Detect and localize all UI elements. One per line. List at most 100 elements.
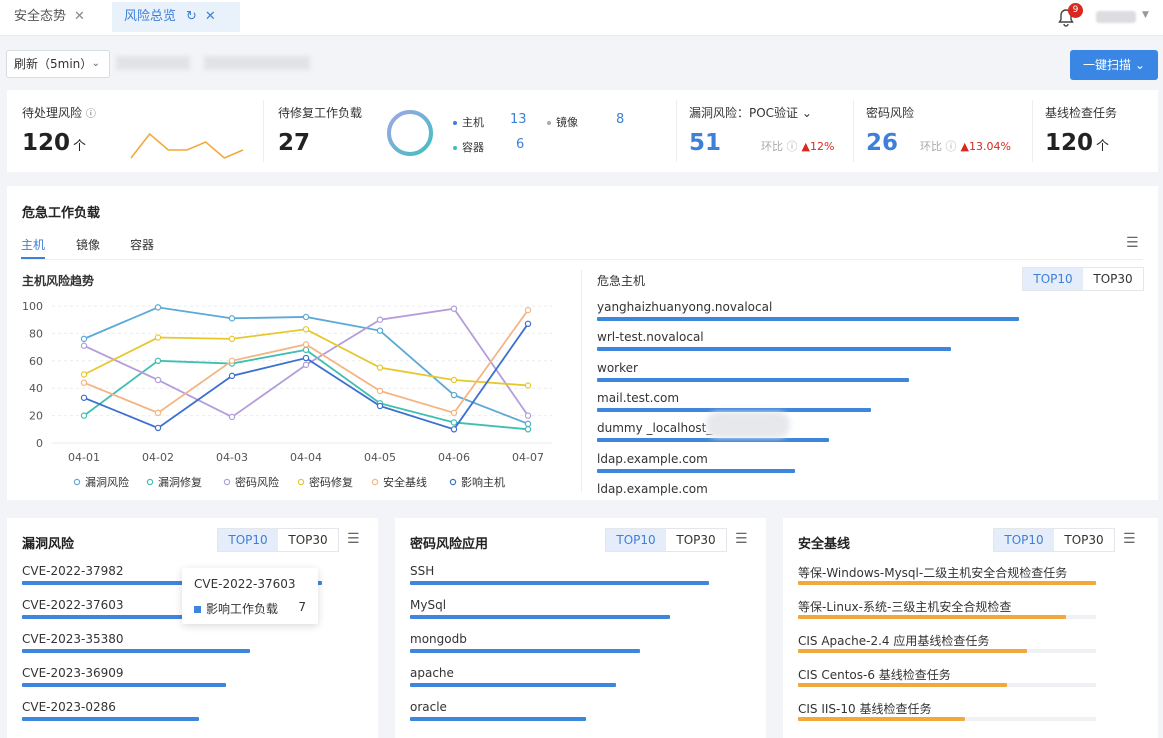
list-item-label[interactable]: mongodb xyxy=(410,632,467,646)
help-icon[interactable]: ⓘ xyxy=(86,109,96,120)
close-icon[interactable]: ✕ xyxy=(205,9,216,24)
legend-value: 6 xyxy=(516,137,525,152)
list-item-label[interactable]: ldap.example.com xyxy=(597,452,708,466)
stat-value: 26 xyxy=(866,130,899,156)
stat-pending-risk[interactable]: 待处理风险 ⓘ 120 个 xyxy=(7,90,262,172)
stat-label: 待修复工作负载 xyxy=(278,106,363,120)
stat-label: 待处理风险 ⓘ xyxy=(22,104,96,121)
list-item-bar[interactable] xyxy=(798,683,1007,687)
menu-icon[interactable]: ☰ xyxy=(735,531,748,547)
legend-container: 容器 xyxy=(453,139,484,155)
list-item-bar[interactable] xyxy=(798,581,1096,585)
list-item-label[interactable]: CVE-2022-37982 xyxy=(22,564,124,578)
list-item-bar[interactable] xyxy=(798,717,965,721)
compare-value: 12% xyxy=(809,140,835,153)
refresh-label: 刷新（5min） xyxy=(14,57,93,71)
list-item-bar[interactable] xyxy=(22,717,199,721)
stat-value: 120 个 xyxy=(22,130,86,156)
menu-icon[interactable]: ☰ xyxy=(347,531,360,547)
vuln-risk-panel: 漏洞风险 TOP10 TOP30 ☰ CVE-2022-37982 CVE-2022… xyxy=(7,518,378,738)
list-item-label[interactable]: CIS IIS-10 基线检查任务 xyxy=(798,700,931,717)
stat-compare: 环比 ⓘ ▲13.04% xyxy=(920,138,1011,154)
stat-value: 27 xyxy=(278,130,311,156)
top30-button[interactable]: TOP30 xyxy=(1054,529,1114,551)
list-item-label[interactable]: CVE-2023-36909 xyxy=(22,666,124,680)
list-item-bar[interactable] xyxy=(597,317,1019,321)
tab-security-posture[interactable]: 安全态势 ✕ xyxy=(14,2,85,32)
tab-label: 安全态势 xyxy=(14,9,67,24)
caret-down-icon[interactable]: ▼ xyxy=(1142,10,1149,20)
list-item-label[interactable]: oracle xyxy=(410,700,447,714)
top30-button[interactable]: TOP30 xyxy=(278,529,338,551)
stat-workloads[interactable]: 待修复工作负载 27 主机 13 镜像 8 容器 6 xyxy=(264,90,676,172)
list-item-label[interactable]: SSH xyxy=(410,564,434,578)
stat-label-text: 待处理风险 xyxy=(22,106,83,120)
list-item-label[interactable]: MySql xyxy=(410,598,446,612)
legend-value: 13 xyxy=(510,112,527,127)
top10-button[interactable]: TOP10 xyxy=(606,529,666,551)
sparkline xyxy=(130,132,244,159)
list-item-label[interactable]: 等保-Windows-Mysql-二级主机安全合规检查任务 xyxy=(798,564,1067,581)
top-toggle: TOP10 TOP30 xyxy=(217,528,339,552)
list-item-bar[interactable] xyxy=(410,581,709,585)
tooltip-label: 影响工作负载 xyxy=(206,602,279,616)
compare-value: 13.04% xyxy=(968,140,1011,153)
list-item-bar[interactable] xyxy=(410,615,671,619)
list-item-label[interactable]: 等保-Linux-系统-三级主机安全合规检查 xyxy=(798,598,1011,615)
stat-label: 密码风险 xyxy=(866,106,915,120)
refresh-select[interactable]: 刷新（5min） ⌄ xyxy=(6,50,110,78)
list-item-label[interactable]: mail.test.com xyxy=(597,391,679,405)
list-item-bar[interactable] xyxy=(410,649,641,653)
legend-host: 主机 xyxy=(453,114,484,130)
refresh-icon[interactable]: ↻ xyxy=(186,9,197,24)
stat-password[interactable]: 密码风险 26 环比 ⓘ ▲13.04% xyxy=(854,90,1032,172)
list-item-label[interactable]: CVE-2023-0286 xyxy=(22,700,116,714)
user-name[interactable] xyxy=(1096,11,1136,23)
list-item-bar[interactable] xyxy=(410,683,617,687)
help-icon[interactable]: ⓘ xyxy=(787,140,798,153)
chevron-down-icon: ⌄ xyxy=(91,58,100,69)
list-item-label[interactable]: worker xyxy=(597,361,638,375)
notification-badge: 9 xyxy=(1068,3,1083,18)
stat-label: 基线检查任务 xyxy=(1045,106,1118,120)
stat-baseline[interactable]: 基线检查任务 120 个 xyxy=(1033,90,1158,172)
dot-icon xyxy=(453,121,457,125)
help-icon[interactable]: ⓘ xyxy=(946,140,957,153)
top30-button[interactable]: TOP30 xyxy=(666,529,726,551)
scan-button[interactable]: 一键扫描 ⌄ xyxy=(1070,50,1158,80)
top10-button[interactable]: TOP10 xyxy=(218,529,278,551)
list-item-bar[interactable] xyxy=(597,438,830,443)
legend-image: 镜像 xyxy=(547,114,578,130)
stat-number: 120 xyxy=(22,130,71,156)
list-item-bar[interactable] xyxy=(22,649,250,653)
list-item-bar[interactable] xyxy=(597,347,952,352)
list-item-bar[interactable] xyxy=(410,717,587,721)
list-item-label[interactable]: dummy _localhost_ xyxy=(597,421,712,435)
list-item-label[interactable]: ldap.example.com xyxy=(597,482,708,496)
list-item-bar[interactable] xyxy=(798,649,1028,653)
stat-value: 51 xyxy=(689,130,722,156)
list-item-bar[interactable] xyxy=(597,377,910,382)
list-item-label[interactable]: CVE-2023-35380 xyxy=(22,632,124,646)
password-risk-panel: 密码风险应用 TOP10 TOP30 ☰ SSH MySql mongodb apach… xyxy=(395,518,766,738)
donut-ring xyxy=(387,110,433,156)
top10-button[interactable]: TOP10 xyxy=(994,529,1054,551)
stat-number: 120 xyxy=(1045,130,1094,156)
menu-icon[interactable]: ☰ xyxy=(1123,531,1136,547)
list-item-label[interactable]: CVE-2022-37603 xyxy=(22,598,124,612)
tab-risk-overview[interactable]: 风险总览 ↻ ✕ xyxy=(112,2,240,32)
list-item-label[interactable]: wrl-test.novalocal xyxy=(597,330,704,344)
panel-title: 密码风险应用 xyxy=(410,537,489,552)
list-item-label[interactable]: CIS Centos-6 基线检查任务 xyxy=(798,666,951,683)
list-item-label[interactable]: yanghaizhuanyong.novalocal xyxy=(597,300,772,314)
close-icon[interactable]: ✕ xyxy=(74,9,85,24)
stat-vuln[interactable]: 漏洞风险：POC验证 ⌄ 51 环比 ⓘ ▲12% xyxy=(677,90,853,172)
list-item-bar[interactable] xyxy=(597,468,796,473)
stat-unit: 个 xyxy=(73,139,87,154)
list-item-bar[interactable] xyxy=(22,683,226,687)
list-item-label[interactable]: CIS Apache-2.4 应用基线检查任务 xyxy=(798,632,989,649)
stat-label[interactable]: 漏洞风险：POC验证 ⌄ xyxy=(689,104,812,121)
list-item-label[interactable]: apache xyxy=(410,666,454,680)
legend-value: 8 xyxy=(616,112,625,127)
list-item-bar[interactable] xyxy=(798,615,1067,619)
